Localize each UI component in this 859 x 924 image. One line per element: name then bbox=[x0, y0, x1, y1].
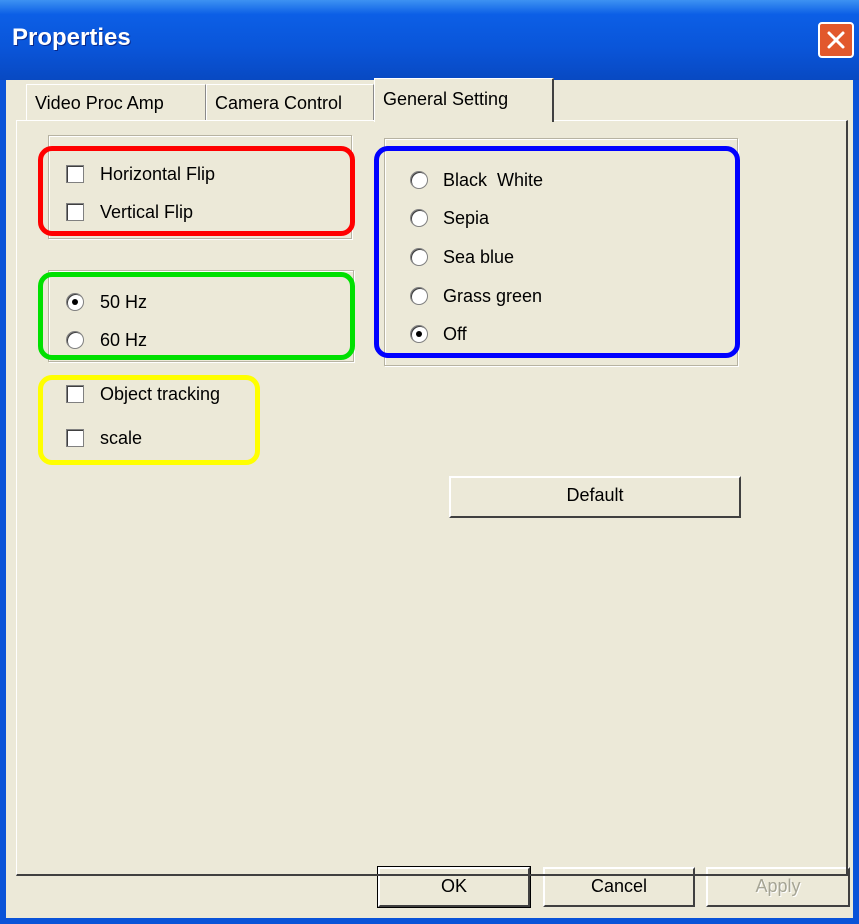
tab-label: Video Proc Amp bbox=[35, 93, 164, 113]
color-effect-highlight-box bbox=[374, 146, 740, 358]
tab-label: General Setting bbox=[383, 89, 509, 109]
close-icon bbox=[827, 31, 845, 49]
tab-label: Camera Control bbox=[215, 93, 343, 113]
tab-video-proc-amp[interactable]: Video Proc Amp bbox=[26, 84, 206, 120]
flip-highlight-box bbox=[38, 146, 355, 236]
title-bar[interactable]: Properties bbox=[0, 0, 859, 80]
frequency-highlight-box bbox=[38, 272, 355, 360]
tab-general-setting[interactable]: General Setting bbox=[374, 78, 554, 122]
window-title: Properties bbox=[12, 24, 131, 51]
tracking-highlight-box bbox=[38, 375, 260, 465]
close-button[interactable] bbox=[818, 22, 854, 58]
tab-camera-control[interactable]: Camera Control bbox=[206, 84, 374, 120]
